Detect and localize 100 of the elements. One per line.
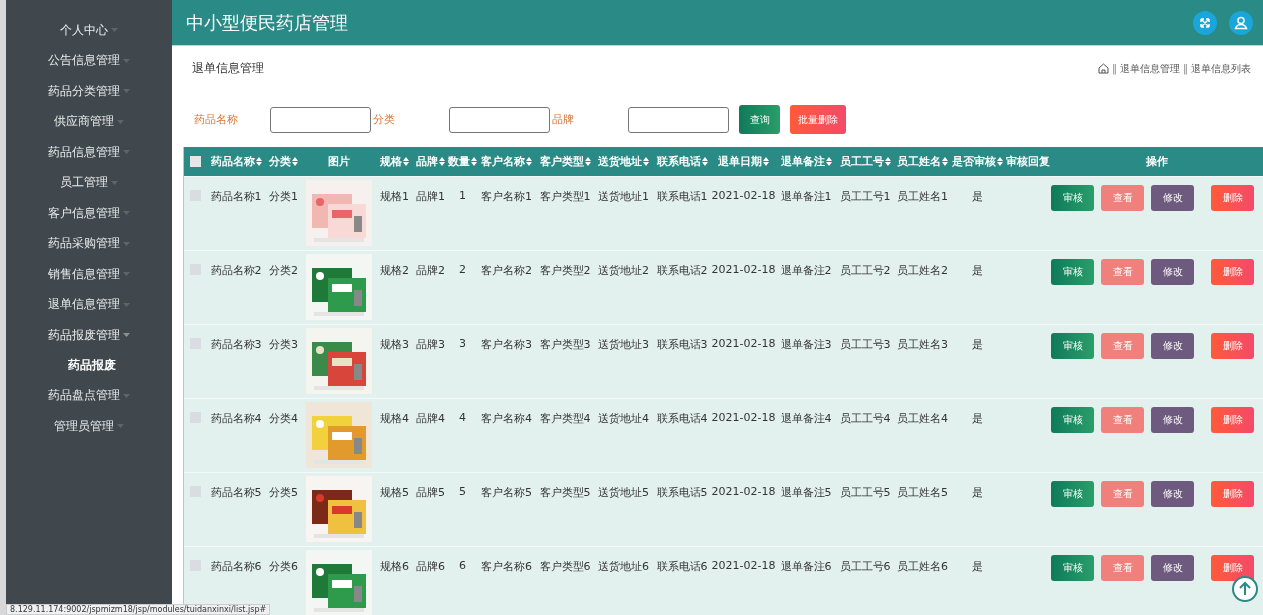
view-button[interactable]: 查看 (1101, 481, 1144, 507)
menu-item[interactable]: 退单信息管理 (6, 289, 172, 320)
sort-icon[interactable] (763, 157, 769, 166)
table-cell: 员工姓名3 (897, 338, 948, 351)
table-cell: 5 (459, 485, 466, 498)
menu-item[interactable]: 管理员管理 (6, 411, 172, 442)
column-header[interactable]: 品牌 (416, 154, 445, 169)
table-cell: 2021-02-18 (711, 485, 776, 498)
page-title: 退单信息管理 (192, 60, 264, 77)
delete-button[interactable]: 删除 (1211, 259, 1254, 285)
table-cell: 客户名称6 (481, 560, 532, 573)
sort-icon[interactable] (439, 157, 445, 166)
table-cell: 是 (972, 486, 983, 499)
table-cell: 客户名称2 (481, 264, 532, 277)
column-header[interactable]: 退单日期 (718, 154, 769, 169)
edit-button[interactable]: 修改 (1151, 407, 1194, 433)
menu-item[interactable]: 药品分类管理 (6, 76, 172, 107)
edit-button[interactable]: 修改 (1151, 259, 1194, 285)
breadcrumb-link[interactable]: 退单信息管理 (1120, 61, 1180, 76)
view-button[interactable]: 查看 (1101, 333, 1144, 359)
edit-button[interactable]: 修改 (1151, 555, 1194, 581)
sort-icon[interactable] (825, 157, 832, 166)
table-cell: 规格2 (380, 264, 409, 277)
delete-button[interactable]: 删除 (1211, 555, 1254, 581)
column-header[interactable]: 退单备注 (780, 154, 832, 169)
menu-item[interactable]: 药品报废管理 (6, 320, 172, 351)
menu-item[interactable]: 员工管理 (6, 167, 172, 198)
table-cell: 规格6 (380, 560, 409, 573)
sort-icon[interactable] (526, 157, 532, 166)
review-button[interactable]: 审核 (1051, 185, 1094, 211)
column-header[interactable]: 分类 (269, 154, 298, 169)
review-button[interactable]: 审核 (1051, 259, 1094, 285)
menu-item[interactable]: 供应商管理 (6, 106, 172, 137)
view-button[interactable]: 查看 (1101, 407, 1144, 433)
view-button[interactable]: 查看 (1101, 185, 1144, 211)
table-cell: 员工姓名5 (897, 486, 948, 499)
search-field[interactable] (449, 106, 550, 133)
search-field[interactable] (270, 106, 371, 133)
review-button[interactable]: 审核 (1051, 555, 1094, 581)
table-cell: 分类5 (269, 486, 298, 499)
column-header[interactable]: 数量 (448, 154, 477, 169)
edit-button[interactable]: 修改 (1151, 481, 1194, 507)
menu-item[interactable]: 药品信息管理 (6, 137, 172, 168)
sort-icon[interactable] (255, 157, 262, 166)
column-header[interactable]: 联系电话 (656, 154, 708, 169)
delete-button[interactable]: 删除 (1211, 185, 1254, 211)
table-cell: 客户类型5 (539, 486, 591, 499)
sort-icon[interactable] (292, 157, 298, 166)
review-button[interactable]: 审核 (1051, 481, 1094, 507)
home-icon[interactable] (1098, 63, 1109, 74)
sort-icon[interactable] (471, 157, 477, 166)
edit-button[interactable]: 修改 (1151, 185, 1194, 211)
batch-delete-button[interactable]: 批量删除 (790, 105, 846, 134)
menu-item[interactable]: 个人中心 (6, 15, 172, 46)
review-button[interactable]: 审核 (1051, 333, 1094, 359)
query-button[interactable]: 查询 (739, 105, 780, 134)
menu-item[interactable]: 公告信息管理 (6, 45, 172, 76)
table-cell: 规格1 (380, 190, 409, 203)
table-cell: 联系电话3 (656, 338, 708, 351)
review-button[interactable]: 审核 (1051, 407, 1094, 433)
user-icon[interactable] (1229, 10, 1253, 35)
sort-icon[interactable] (942, 157, 948, 166)
column-header[interactable]: 员工工号 (839, 154, 891, 169)
column-header[interactable]: 客户类型 (539, 154, 591, 169)
view-button[interactable]: 查看 (1101, 259, 1144, 285)
sort-icon[interactable] (403, 157, 409, 166)
menu-item[interactable]: 药品盘点管理 (6, 380, 172, 411)
caret-icon (123, 150, 130, 155)
menu-item[interactable]: 客户信息管理 (6, 198, 172, 229)
table-cell: 6 (459, 559, 466, 572)
table-cell: 4 (459, 411, 466, 424)
column-header[interactable]: 是否审核 (952, 154, 1003, 169)
table-cell: 送货地址4 (598, 412, 649, 425)
menu-item[interactable]: 药品采购管理 (6, 228, 172, 259)
fullscreen-icon[interactable] (1193, 10, 1217, 35)
table-cell: 客户名称1 (481, 190, 532, 203)
delete-button[interactable]: 删除 (1211, 333, 1254, 359)
sort-icon[interactable] (884, 157, 891, 166)
column-header[interactable]: 药品名称 (210, 154, 262, 169)
breadcrumb-link[interactable]: 退单信息列表 (1191, 61, 1251, 76)
edit-button[interactable]: 修改 (1151, 333, 1194, 359)
column-header[interactable]: 送货地址 (598, 154, 649, 169)
search-field[interactable] (628, 106, 729, 133)
table-cell: 分类1 (269, 190, 298, 203)
sort-icon[interactable] (584, 157, 591, 166)
delete-button[interactable]: 删除 (1211, 407, 1254, 433)
select-all-checkbox[interactable] (189, 156, 201, 167)
column-header[interactable]: 员工姓名 (897, 154, 948, 169)
column-header[interactable]: 客户名称 (481, 154, 532, 169)
table-cell: 2021-02-18 (711, 411, 776, 424)
sort-icon[interactable] (701, 157, 708, 166)
table-cell: 药品名称3 (210, 338, 262, 351)
sort-icon[interactable] (997, 157, 1003, 166)
table-cell: 客户类型2 (539, 264, 591, 277)
delete-button[interactable]: 删除 (1211, 481, 1254, 507)
view-button[interactable]: 查看 (1101, 555, 1144, 581)
sort-icon[interactable] (643, 157, 649, 166)
menu-item[interactable]: 销售信息管理 (6, 259, 172, 290)
column-header[interactable]: 规格 (380, 154, 409, 169)
submenu-item[interactable]: 药品报废 (6, 350, 172, 381)
